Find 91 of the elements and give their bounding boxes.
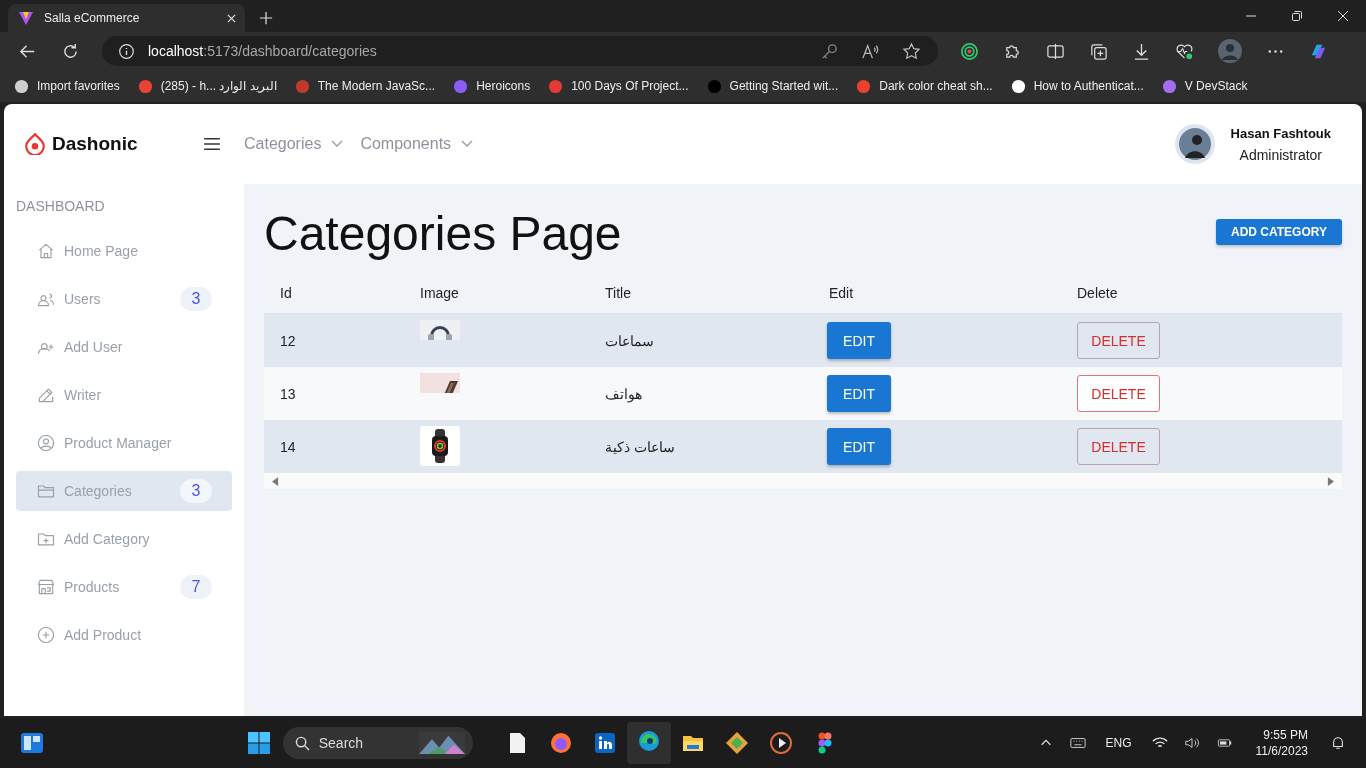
widgets-icon[interactable] [20,731,44,755]
column-header: Id [280,284,293,301]
bookmark[interactable]: V DevStack [1161,78,1248,94]
battery-icon[interactable] [1215,736,1232,750]
keyboard-icon[interactable] [1069,736,1086,750]
tab-title: Salla eCommerce [44,11,141,25]
split-screen-icon[interactable] [1046,41,1065,61]
user-name: Hasan Fashtouk [1230,125,1331,141]
bookmark[interactable]: (285) - h... البريد الوارد [137,78,277,94]
heart-icon[interactable] [1175,41,1194,61]
bookmark[interactable]: Import favorites [14,78,120,94]
browser-icon[interactable] [548,731,573,755]
info-icon [118,42,135,60]
bookmark[interactable]: Dark color cheat sh... [856,78,993,94]
nav-dropdown[interactable]: Categories [244,135,344,153]
key-icon[interactable] [820,41,839,61]
brand-name: Dashonic [52,133,138,155]
restore-icon[interactable] [1291,10,1303,22]
sidebar-item[interactable]: Product Manager [16,423,232,463]
column-header: Image [420,284,460,301]
sidebar-item[interactable]: Products 7 [16,567,232,607]
count-badge: 3 [180,287,212,311]
notification-icon[interactable] [1330,736,1346,750]
edit-button[interactable]: EDIT [827,375,891,412]
language-indicator[interactable]: ENG [1105,736,1132,750]
sidebar-item[interactable]: Add Category [16,519,232,559]
page-title: Categories Page [264,205,622,261]
edit-button[interactable]: EDIT [827,428,891,465]
delete-button[interactable]: DELETE [1077,322,1160,359]
download-icon[interactable] [1132,41,1151,61]
close-icon[interactable] [226,12,237,24]
bookmark[interactable]: Getting Started wit... [706,78,839,94]
chevron-down-icon [461,140,474,148]
search-icon [294,735,310,751]
delete-button[interactable]: DELETE [1077,375,1160,412]
user-avatar[interactable] [1174,124,1215,164]
add-category-button[interactable]: ADD CATEGORY [1216,219,1342,245]
logo-icon [24,133,46,155]
target-icon[interactable] [960,41,979,61]
play-icon[interactable] [768,731,793,755]
collections-icon[interactable] [1089,41,1108,61]
table-cell-text: هواتف [605,385,643,402]
close-icon[interactable] [1337,10,1349,22]
user-role: Administrator [1239,146,1322,163]
address-bar[interactable]: localhost:5173/dashboard/categories [102,36,938,66]
scroll-left-icon[interactable] [272,476,279,486]
column-header: Edit [829,284,855,301]
table-cell-text: ساعات ذكية [605,438,676,455]
store-icon [36,577,56,597]
bookmark[interactable]: Heroicons [453,78,531,94]
table-cell-text: 12 [280,332,297,349]
wifi-icon[interactable] [1151,736,1168,750]
sidebar-item[interactable]: Add User [16,327,232,367]
table-cell-text: 13 [280,385,297,402]
browser-icon[interactable] [636,729,661,753]
bookmark[interactable]: 100 Days Of Project... [548,78,689,94]
table-cell-text: سماعات [605,332,655,349]
column-header: Title [605,284,632,301]
scrollbar[interactable] [264,473,1342,489]
delete-button[interactable]: DELETE [1077,428,1160,465]
bookmark[interactable]: The Modern JavaSc... [294,78,436,94]
volume-icon[interactable] [1183,736,1200,750]
triangle-icon [18,10,34,26]
sidebar-item[interactable]: Home Page [16,231,232,271]
start-icon[interactable] [246,731,271,755]
clock-date[interactable]: 11/6/2023 [1255,744,1308,758]
sidebar-item[interactable]: Users 3 [16,279,232,319]
sidebar-item[interactable]: Writer [16,375,232,415]
diamond-icon[interactable] [724,731,749,755]
menu-icon[interactable] [203,137,221,151]
table-cell-text: 14 [280,438,297,455]
count-badge: 3 [180,479,212,503]
sidebar-item[interactable]: Categories 3 [16,471,232,511]
reload-icon[interactable] [61,41,80,61]
section-heading: DASHBOARD [16,198,106,214]
search-field[interactable]: Search [282,727,473,759]
chevron-down-icon [331,140,344,148]
pencil-icon [36,385,56,405]
read-aloud-icon[interactable] [861,41,880,61]
clock-time[interactable]: 9:55 PM [1263,728,1308,742]
new-tab-icon[interactable] [259,11,273,25]
column-header: Delete [1077,284,1119,301]
browser-tab[interactable]: Salla eCommerce [8,4,245,32]
home-icon [36,241,56,261]
star-icon[interactable] [902,41,921,61]
bookmark[interactable]: How to Authenticat... [1010,78,1144,94]
sidebar-item[interactable]: Add Product [16,615,232,655]
edit-button[interactable]: EDIT [827,322,891,359]
count-badge: 7 [180,575,212,599]
scroll-right-icon[interactable] [1327,476,1334,486]
nav-dropdown[interactable]: Components [360,135,474,153]
